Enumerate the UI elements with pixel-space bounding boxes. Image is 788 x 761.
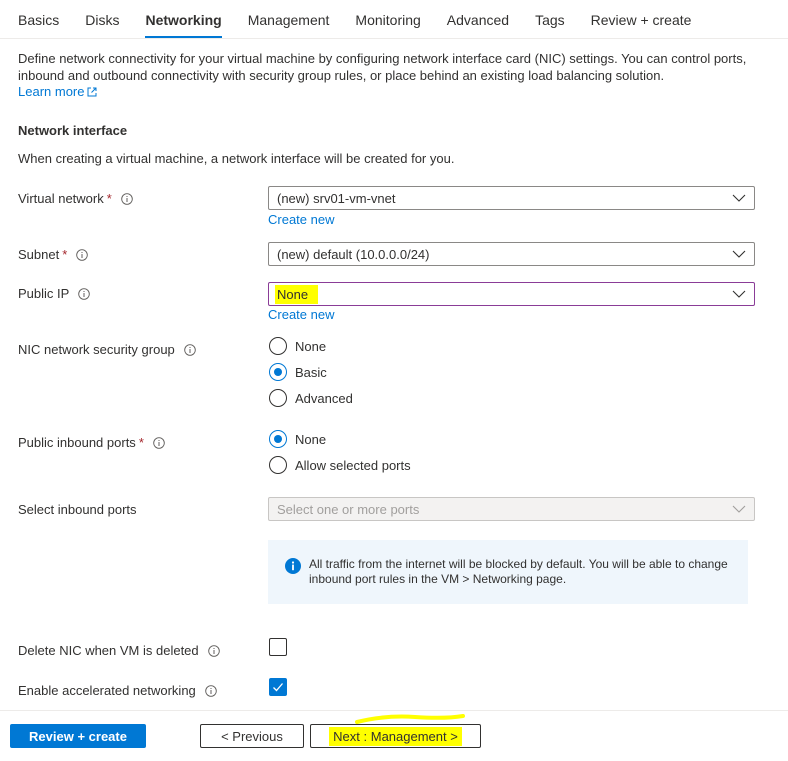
info-icon[interactable] <box>76 248 89 261</box>
tab-management[interactable]: Management <box>248 12 330 38</box>
required-marker: * <box>62 247 68 262</box>
next-management-button[interactable]: Next : Management > <box>310 724 481 748</box>
radio-circle[interactable] <box>269 363 287 381</box>
accelerated-networking-checkbox[interactable] <box>269 678 287 696</box>
virtual-network-value: (new) srv01-vm-vnet <box>277 190 396 206</box>
tab-basics[interactable]: Basics <box>18 12 59 38</box>
info-icon[interactable] <box>184 343 196 356</box>
external-link-icon <box>87 87 97 97</box>
accelerated-networking-label: Enable accelerated networking <box>18 683 217 698</box>
radio-label: None <box>295 338 327 354</box>
select-inbound-ports-dropdown: Select one or more ports <box>268 497 755 521</box>
info-message-text: All traffic from the internet will be bl… <box>309 557 728 586</box>
subnet-label-text: Subnet <box>18 247 60 262</box>
subnet-value: (new) default (10.0.0.0/24) <box>277 246 430 262</box>
public-ip-label-text: Public IP <box>18 286 70 301</box>
subnet-label: Subnet * <box>18 247 89 262</box>
section-title-network-interface: Network interface <box>18 123 128 138</box>
radio-label: Advanced <box>295 390 353 406</box>
radio-label: None <box>295 431 327 447</box>
inbound-ports-radio-none[interactable]: None <box>269 430 326 448</box>
public-ip-label: Public IP <box>18 286 91 301</box>
footer-divider <box>0 710 788 711</box>
info-filled-icon <box>285 558 301 574</box>
nsg-label: NIC network security group <box>18 342 196 357</box>
subnet-dropdown[interactable]: (new) default (10.0.0.0/24) <box>268 242 755 266</box>
info-icon[interactable] <box>78 287 91 300</box>
review-create-button[interactable]: Review + create <box>10 724 146 748</box>
nsg-radio-none[interactable]: None <box>269 337 326 355</box>
nsg-radio-advanced[interactable]: Advanced <box>269 389 353 407</box>
info-icon[interactable] <box>153 436 165 449</box>
tab-tags[interactable]: Tags <box>535 12 565 38</box>
nsg-radio-basic[interactable]: Basic <box>269 363 327 381</box>
tab-disks[interactable]: Disks <box>85 12 119 38</box>
public-ip-create-new-link[interactable]: Create new <box>268 307 334 322</box>
tab-advanced[interactable]: Advanced <box>447 12 509 38</box>
tabs-divider <box>0 38 788 39</box>
info-icon[interactable] <box>207 644 220 657</box>
inbound-ports-radio-allow-selected[interactable]: Allow selected ports <box>269 456 411 474</box>
section-subtitle: When creating a virtual machine, a netwo… <box>18 151 455 166</box>
radio-circle[interactable] <box>269 389 287 407</box>
chevron-down-icon <box>732 290 746 298</box>
public-ip-value: None <box>275 284 319 304</box>
virtual-network-label: Virtual network * <box>18 191 133 206</box>
info-message-box: All traffic from the internet will be bl… <box>268 540 748 604</box>
virtual-network-label-text: Virtual network <box>18 191 104 206</box>
learn-more-label: Learn more <box>18 84 85 99</box>
checkmark-icon <box>273 683 283 692</box>
delete-nic-label: Delete NIC when VM is deleted <box>18 643 220 658</box>
description-text: Define network connectivity for your vir… <box>18 51 747 83</box>
virtual-network-dropdown[interactable]: (new) srv01-vm-vnet <box>268 186 755 210</box>
chevron-down-icon <box>732 194 746 202</box>
tab-review-create[interactable]: Review + create <box>591 12 692 38</box>
previous-button[interactable]: < Previous <box>200 724 304 748</box>
public-inbound-ports-label-text: Public inbound ports <box>18 435 136 450</box>
public-ip-dropdown[interactable]: None <box>268 282 755 306</box>
next-button-label: Next : Management > <box>329 726 462 746</box>
chevron-down-icon <box>732 250 746 258</box>
required-marker: * <box>138 435 144 450</box>
page-description: Define network connectivity for your vir… <box>18 51 778 101</box>
select-inbound-ports-label: Select inbound ports <box>18 502 137 517</box>
radio-label: Allow selected ports <box>295 457 411 473</box>
accelerated-networking-label-text: Enable accelerated networking <box>18 683 196 698</box>
radio-circle[interactable] <box>269 337 287 355</box>
info-icon[interactable] <box>205 684 217 697</box>
radio-circle[interactable] <box>269 430 287 448</box>
delete-nic-label-text: Delete NIC when VM is deleted <box>18 643 199 658</box>
radio-circle[interactable] <box>269 456 287 474</box>
learn-more-link[interactable]: Learn more <box>18 84 97 99</box>
chevron-down-icon <box>732 505 746 513</box>
delete-nic-checkbox[interactable] <box>269 638 287 656</box>
tab-monitoring[interactable]: Monitoring <box>355 12 420 38</box>
wizard-tabs: Basics Disks Networking Management Monit… <box>18 12 717 38</box>
select-inbound-ports-placeholder: Select one or more ports <box>277 501 420 517</box>
virtual-network-create-new-link[interactable]: Create new <box>268 212 334 227</box>
public-inbound-ports-label: Public inbound ports * <box>18 435 165 450</box>
nsg-label-text: NIC network security group <box>18 342 175 357</box>
radio-label: Basic <box>295 364 327 380</box>
info-icon[interactable] <box>121 192 133 205</box>
tab-networking[interactable]: Networking <box>145 12 222 38</box>
required-marker: * <box>106 191 112 206</box>
